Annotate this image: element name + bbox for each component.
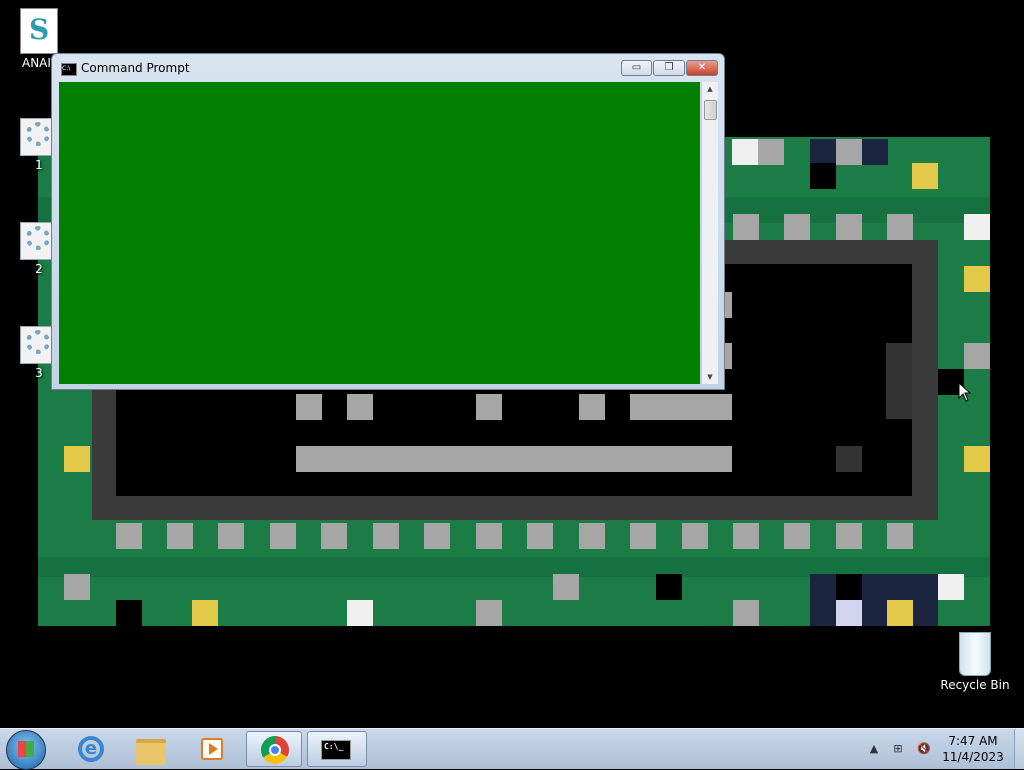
board-tile [321,523,347,549]
mouse-cursor-icon [958,382,972,402]
board-tile [836,574,862,600]
board-tile [733,600,759,626]
board-tile [887,214,913,240]
board-tile [810,574,938,626]
board-tile [836,139,862,165]
taskbar-internet-explorer[interactable]: e [62,731,118,767]
board-tile [296,394,322,420]
board-tile [527,523,553,549]
board-tile [116,600,142,626]
board-tile [553,574,579,600]
board-tile [64,574,90,600]
command-prompt-icon: C:\_ [321,740,351,760]
board-tile [810,163,836,189]
board-tile [784,214,810,240]
board-tile [270,523,296,549]
board-tile [964,214,990,240]
board-tile [192,600,218,626]
taskbar-media-player[interactable] [182,731,238,767]
taskbar-file-explorer[interactable] [122,731,178,767]
board-tile [733,214,759,240]
desktop-icon-recycle-bin[interactable]: Recycle Bin [940,632,1010,692]
board-tile [964,266,990,292]
internet-explorer-icon: e [78,736,104,762]
start-orb-icon [18,741,34,757]
command-prompt-window[interactable]: C:\ Command Prompt ▭ ❐ ✕ ▲ ▼ [51,53,725,390]
board-tile [476,600,502,626]
board-tile [732,139,758,165]
scroll-thumb[interactable] [704,100,717,120]
desktop-icon-label: Recycle Bin [940,678,1010,692]
taskbar-chrome[interactable] [246,731,302,767]
clock-time: 7:47 AM [948,734,998,748]
scroll-up-button[interactable]: ▲ [702,82,718,96]
network-icon[interactable]: ⊞ [890,741,906,757]
start-button[interactable] [6,730,46,770]
window-titlebar[interactable]: C:\ Command Prompt ▭ ❐ ✕ [52,54,724,82]
board-bar [630,394,732,420]
maximize-button[interactable]: ❐ [653,60,685,76]
scroll-down-button[interactable]: ▼ [702,370,718,384]
vertical-scrollbar[interactable]: ▲ ▼ [701,82,718,384]
board-tile [218,523,244,549]
board-tile [964,446,990,472]
board-bar [296,446,732,472]
board-tile [784,523,810,549]
board-tile [886,343,912,419]
board-tile [836,214,862,240]
board-tile [167,523,193,549]
command-prompt-icon: C:\ [61,63,77,76]
taskbar-clock[interactable]: 7:47 AM 11/4/2023 [938,733,1008,765]
board-tile [912,163,938,189]
board-tile [116,523,142,549]
taskbar-command-prompt[interactable]: C:\_ [307,731,367,767]
board-tile [579,394,605,420]
board-tile [836,446,862,472]
board-tile [347,394,373,420]
board-tile [887,600,913,626]
volume-muted-icon[interactable]: 🔇 [916,741,932,757]
media-player-icon [201,738,223,760]
show-hidden-icons-button[interactable]: ▲ [866,741,882,757]
board-tile [836,600,862,626]
taskbar: e C:\_ ▲ ⊞ 🔇 7:47 AM 11/4/2023 [0,728,1024,770]
board-tile [887,523,913,549]
board-tile [579,523,605,549]
clock-date: 11/4/2023 [942,750,1004,764]
show-desktop-button[interactable] [1014,729,1024,769]
board-tile [758,139,784,165]
board-tile [682,523,708,549]
file-explorer-icon [136,739,166,765]
board-tile [630,523,656,549]
board-tile [476,523,502,549]
window-title: Command Prompt [81,61,190,75]
board-tile [862,139,888,165]
board-tile [476,394,502,420]
close-button[interactable]: ✕ [686,60,718,76]
board-tile [733,523,759,549]
board-tile [964,343,990,369]
recycle-bin-icon [959,632,991,676]
board-tile [656,574,682,600]
board-tile [836,523,862,549]
board-tile [938,574,964,600]
console-area[interactable] [59,82,700,384]
board-tile [424,523,450,549]
chrome-icon [261,736,289,764]
board-tile [810,139,836,165]
board-tile [64,446,90,472]
script-file-icon: S [20,8,58,54]
board-tile [347,600,373,626]
board-tile [373,523,399,549]
minimize-button[interactable]: ▭ [621,60,652,76]
